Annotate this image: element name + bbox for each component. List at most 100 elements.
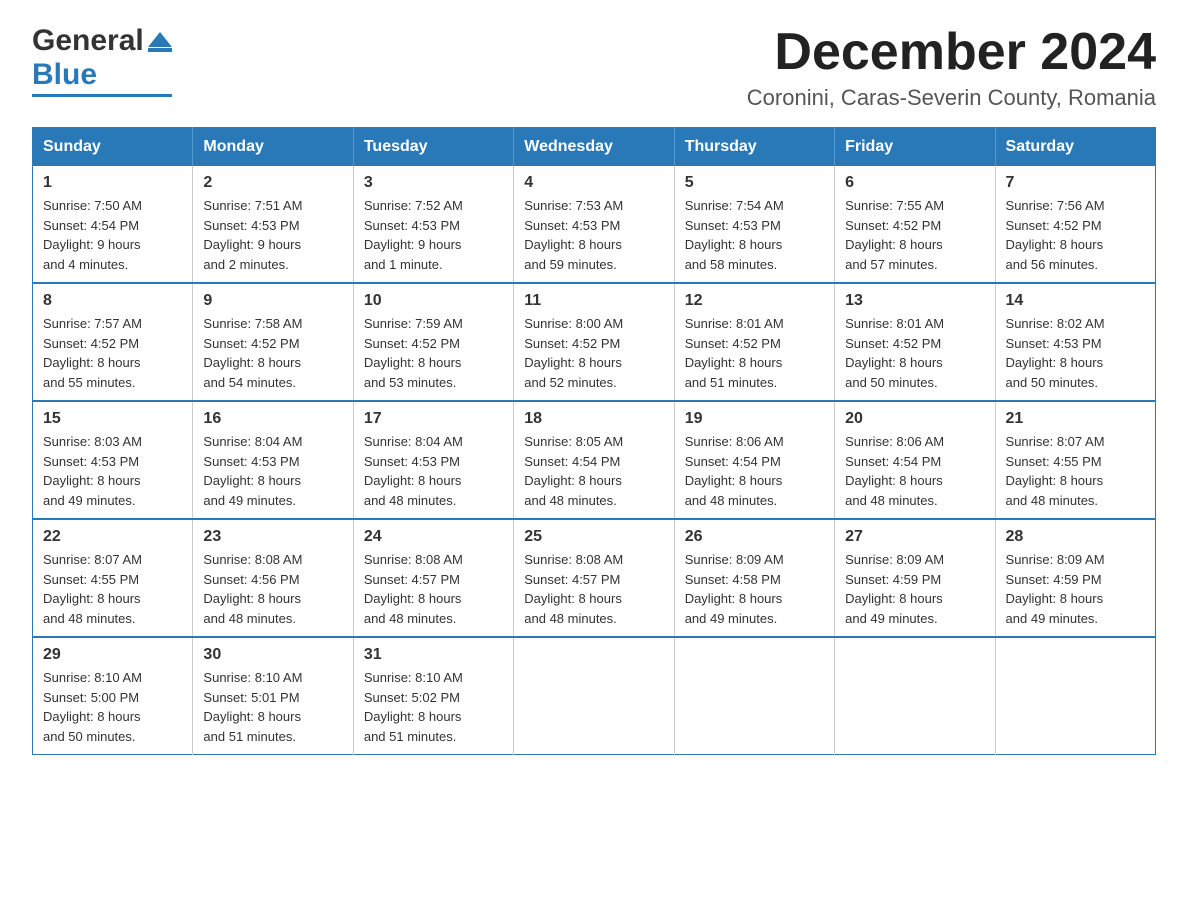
calendar-cell	[995, 637, 1155, 755]
day-number: 12	[685, 292, 824, 310]
day-number: 27	[845, 528, 984, 546]
calendar-cell: 20 Sunrise: 8:06 AMSunset: 4:54 PMDaylig…	[835, 401, 995, 519]
day-number: 31	[364, 646, 503, 664]
weekday-header-sunday: Sunday	[33, 128, 193, 167]
day-number: 16	[203, 410, 342, 428]
calendar-cell: 12 Sunrise: 8:01 AMSunset: 4:52 PMDaylig…	[674, 283, 834, 401]
calendar-cell: 27 Sunrise: 8:09 AMSunset: 4:59 PMDaylig…	[835, 519, 995, 637]
calendar-cell: 1 Sunrise: 7:50 AMSunset: 4:54 PMDayligh…	[33, 166, 193, 283]
logo-underline	[32, 94, 172, 97]
weekday-header-friday: Friday	[835, 128, 995, 167]
day-number: 21	[1006, 410, 1145, 428]
calendar-cell: 7 Sunrise: 7:56 AMSunset: 4:52 PMDayligh…	[995, 166, 1155, 283]
day-info: Sunrise: 7:53 AMSunset: 4:53 PMDaylight:…	[524, 196, 663, 274]
calendar-cell: 9 Sunrise: 7:58 AMSunset: 4:52 PMDayligh…	[193, 283, 353, 401]
calendar-cell: 26 Sunrise: 8:09 AMSunset: 4:58 PMDaylig…	[674, 519, 834, 637]
day-number: 5	[685, 174, 824, 192]
day-info: Sunrise: 8:01 AMSunset: 4:52 PMDaylight:…	[685, 314, 824, 392]
day-number: 3	[364, 174, 503, 192]
day-info: Sunrise: 7:59 AMSunset: 4:52 PMDaylight:…	[364, 314, 503, 392]
calendar-cell	[835, 637, 995, 755]
day-number: 26	[685, 528, 824, 546]
day-number: 19	[685, 410, 824, 428]
calendar-cell: 28 Sunrise: 8:09 AMSunset: 4:59 PMDaylig…	[995, 519, 1155, 637]
calendar-cell: 18 Sunrise: 8:05 AMSunset: 4:54 PMDaylig…	[514, 401, 674, 519]
day-number: 1	[43, 174, 182, 192]
calendar-cell	[514, 637, 674, 755]
calendar-cell: 8 Sunrise: 7:57 AMSunset: 4:52 PMDayligh…	[33, 283, 193, 401]
calendar-cell: 14 Sunrise: 8:02 AMSunset: 4:53 PMDaylig…	[995, 283, 1155, 401]
day-info: Sunrise: 8:04 AMSunset: 4:53 PMDaylight:…	[203, 432, 342, 510]
logo-general-text: General	[32, 24, 144, 58]
day-info: Sunrise: 8:05 AMSunset: 4:54 PMDaylight:…	[524, 432, 663, 510]
calendar-cell: 29 Sunrise: 8:10 AMSunset: 5:00 PMDaylig…	[33, 637, 193, 755]
day-number: 15	[43, 410, 182, 428]
calendar-cell: 2 Sunrise: 7:51 AMSunset: 4:53 PMDayligh…	[193, 166, 353, 283]
day-number: 30	[203, 646, 342, 664]
day-number: 10	[364, 292, 503, 310]
calendar-cell: 6 Sunrise: 7:55 AMSunset: 4:52 PMDayligh…	[835, 166, 995, 283]
day-number: 23	[203, 528, 342, 546]
calendar-cell: 16 Sunrise: 8:04 AMSunset: 4:53 PMDaylig…	[193, 401, 353, 519]
calendar-week-row: 22 Sunrise: 8:07 AMSunset: 4:55 PMDaylig…	[33, 519, 1156, 637]
day-number: 2	[203, 174, 342, 192]
day-number: 22	[43, 528, 182, 546]
weekday-header-wednesday: Wednesday	[514, 128, 674, 167]
day-number: 8	[43, 292, 182, 310]
calendar-cell: 24 Sunrise: 8:08 AMSunset: 4:57 PMDaylig…	[353, 519, 513, 637]
day-info: Sunrise: 7:51 AMSunset: 4:53 PMDaylight:…	[203, 196, 342, 274]
calendar-cell	[674, 637, 834, 755]
day-info: Sunrise: 8:09 AMSunset: 4:59 PMDaylight:…	[1006, 550, 1145, 628]
day-number: 7	[1006, 174, 1145, 192]
day-info: Sunrise: 7:57 AMSunset: 4:52 PMDaylight:…	[43, 314, 182, 392]
calendar-cell: 11 Sunrise: 8:00 AMSunset: 4:52 PMDaylig…	[514, 283, 674, 401]
day-info: Sunrise: 8:07 AMSunset: 4:55 PMDaylight:…	[1006, 432, 1145, 510]
day-number: 14	[1006, 292, 1145, 310]
day-info: Sunrise: 7:52 AMSunset: 4:53 PMDaylight:…	[364, 196, 503, 274]
calendar-week-row: 1 Sunrise: 7:50 AMSunset: 4:54 PMDayligh…	[33, 166, 1156, 283]
day-number: 25	[524, 528, 663, 546]
day-info: Sunrise: 8:09 AMSunset: 4:59 PMDaylight:…	[845, 550, 984, 628]
weekday-header-row: SundayMondayTuesdayWednesdayThursdayFrid…	[33, 128, 1156, 167]
location-title: Coronini, Caras-Severin County, Romania	[747, 85, 1156, 111]
day-info: Sunrise: 8:10 AMSunset: 5:01 PMDaylight:…	[203, 668, 342, 746]
day-info: Sunrise: 8:07 AMSunset: 4:55 PMDaylight:…	[43, 550, 182, 628]
logo: General Blue	[32, 24, 172, 97]
day-info: Sunrise: 8:01 AMSunset: 4:52 PMDaylight:…	[845, 314, 984, 392]
day-info: Sunrise: 7:50 AMSunset: 4:54 PMDaylight:…	[43, 196, 182, 274]
weekday-header-saturday: Saturday	[995, 128, 1155, 167]
calendar-cell: 31 Sunrise: 8:10 AMSunset: 5:02 PMDaylig…	[353, 637, 513, 755]
calendar-week-row: 15 Sunrise: 8:03 AMSunset: 4:53 PMDaylig…	[33, 401, 1156, 519]
day-info: Sunrise: 7:54 AMSunset: 4:53 PMDaylight:…	[685, 196, 824, 274]
calendar-cell: 15 Sunrise: 8:03 AMSunset: 4:53 PMDaylig…	[33, 401, 193, 519]
calendar-cell: 17 Sunrise: 8:04 AMSunset: 4:53 PMDaylig…	[353, 401, 513, 519]
weekday-header-monday: Monday	[193, 128, 353, 167]
calendar-cell: 23 Sunrise: 8:08 AMSunset: 4:56 PMDaylig…	[193, 519, 353, 637]
calendar-week-row: 29 Sunrise: 8:10 AMSunset: 5:00 PMDaylig…	[33, 637, 1156, 755]
day-info: Sunrise: 8:10 AMSunset: 5:02 PMDaylight:…	[364, 668, 503, 746]
month-title: December 2024	[747, 24, 1156, 81]
calendar-cell: 13 Sunrise: 8:01 AMSunset: 4:52 PMDaylig…	[835, 283, 995, 401]
day-info: Sunrise: 7:58 AMSunset: 4:52 PMDaylight:…	[203, 314, 342, 392]
weekday-header-thursday: Thursday	[674, 128, 834, 167]
day-number: 18	[524, 410, 663, 428]
title-area: December 2024 Coronini, Caras-Severin Co…	[747, 24, 1156, 111]
day-info: Sunrise: 8:08 AMSunset: 4:57 PMDaylight:…	[524, 550, 663, 628]
day-info: Sunrise: 8:04 AMSunset: 4:53 PMDaylight:…	[364, 432, 503, 510]
day-number: 13	[845, 292, 984, 310]
day-info: Sunrise: 8:00 AMSunset: 4:52 PMDaylight:…	[524, 314, 663, 392]
day-info: Sunrise: 7:55 AMSunset: 4:52 PMDaylight:…	[845, 196, 984, 274]
day-info: Sunrise: 8:09 AMSunset: 4:58 PMDaylight:…	[685, 550, 824, 628]
page-header: General Blue December 2024 Coronini, Car…	[32, 24, 1156, 111]
weekday-header-tuesday: Tuesday	[353, 128, 513, 167]
day-number: 4	[524, 174, 663, 192]
calendar-cell: 30 Sunrise: 8:10 AMSunset: 5:01 PMDaylig…	[193, 637, 353, 755]
day-number: 28	[1006, 528, 1145, 546]
calendar-cell: 3 Sunrise: 7:52 AMSunset: 4:53 PMDayligh…	[353, 166, 513, 283]
day-info: Sunrise: 8:10 AMSunset: 5:00 PMDaylight:…	[43, 668, 182, 746]
calendar-cell: 10 Sunrise: 7:59 AMSunset: 4:52 PMDaylig…	[353, 283, 513, 401]
day-info: Sunrise: 8:06 AMSunset: 4:54 PMDaylight:…	[845, 432, 984, 510]
day-info: Sunrise: 8:08 AMSunset: 4:57 PMDaylight:…	[364, 550, 503, 628]
calendar-cell: 5 Sunrise: 7:54 AMSunset: 4:53 PMDayligh…	[674, 166, 834, 283]
day-info: Sunrise: 8:08 AMSunset: 4:56 PMDaylight:…	[203, 550, 342, 628]
